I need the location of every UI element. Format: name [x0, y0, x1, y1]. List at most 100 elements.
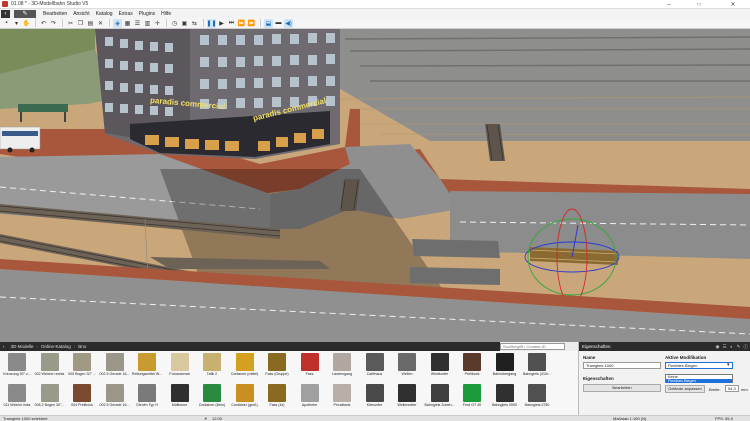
- catalog-item[interactable]: 004 Prellbock: [69, 383, 95, 412]
- name-input[interactable]: Tramgleis 1000: [583, 362, 661, 369]
- minimize-button[interactable]: –: [660, 0, 678, 9]
- fast-forward-2-icon[interactable]: ⏩: [247, 19, 256, 28]
- breadcrumb-online-catalog[interactable]: Online-Katalog: [38, 344, 74, 349]
- pause-icon[interactable]: ❚❚: [206, 18, 217, 28]
- catalog-item[interactable]: Bahngleis 0900: [492, 383, 518, 412]
- catalog-item[interactable]: Laubengang: [329, 352, 355, 381]
- menu-hilfe[interactable]: Hilfe: [158, 11, 174, 17]
- breadcrumb-bno[interactable]: Bno: [75, 344, 89, 349]
- catalog-item[interactable]: Bahngleis 0750: [524, 383, 550, 412]
- catalog-item[interactable]: Bahngleis (410r...: [523, 352, 551, 381]
- catalog-item[interactable]: 006.2 Bogen 30°...: [35, 383, 64, 412]
- back-icon[interactable]: ‹: [1, 9, 10, 18]
- catalog-item[interactable]: Fass (Gruppe): [264, 352, 290, 381]
- menu-bearbeiten[interactable]: Bearbeiten: [40, 11, 70, 17]
- catalog-item-thumbnail: [40, 353, 59, 371]
- catalog-item[interactable]: 005 Bogen 30° ...: [68, 352, 96, 381]
- sound-icon[interactable]: ◀): [284, 18, 293, 28]
- catalog-item[interactable]: Wellen: [394, 352, 420, 381]
- menu-extras[interactable]: Extras: [116, 11, 136, 17]
- edit-mode-icon[interactable]: ✎: [14, 9, 36, 18]
- fast-forward-icon[interactable]: ⏩: [237, 19, 246, 28]
- catalog-item[interactable]: Rettungsmittel W...: [132, 352, 162, 381]
- info-icon[interactable]: ⓘ: [742, 342, 749, 351]
- modification-select[interactable]: Flexibles Biegen: [665, 362, 733, 369]
- cut-icon[interactable]: ✂: [66, 19, 75, 28]
- dropdown-icon[interactable]: ▾: [12, 19, 21, 28]
- gizmo-icon[interactable]: ◉: [714, 342, 721, 351]
- 3d-viewport[interactable]: paradis commercial paradis commercial: [0, 29, 750, 342]
- timetable-icon[interactable]: ▣: [180, 19, 189, 28]
- catalog-item[interactable]: Kitesurfer: [362, 383, 388, 412]
- status-selection: Tramgleis 1000 selektiert: [3, 416, 48, 421]
- catalog-item[interactable]: Fass: [297, 352, 323, 381]
- hand-icon[interactable]: ✋: [22, 19, 31, 28]
- toolbar: ▪ ▾ ✋ ↶ ↷ ✂ ❐ ▤ ✕ ◈ ▦ ☰ ▥ ✛ ◷ ▣ ⇆ ❚❚ ▶ ⏭…: [0, 18, 750, 29]
- catalog-item[interactable]: Ford GT 40: [459, 383, 485, 412]
- camera-icon[interactable]: ⬓: [264, 18, 273, 28]
- catalog-item[interactable]: Fotoautomat: [167, 352, 193, 381]
- menu-ansicht[interactable]: Ansicht: [70, 11, 92, 17]
- toolbar-divider: [35, 19, 36, 27]
- eye-icon[interactable]: ◐: [728, 342, 735, 351]
- maximize-button[interactable]: □: [690, 0, 708, 9]
- catalog-search-input[interactable]: [500, 343, 565, 350]
- list-icon[interactable]: ☰: [721, 342, 728, 351]
- step-icon[interactable]: ⏭: [227, 19, 236, 28]
- catalog-item[interactable]: 002.5 Gerade 16...: [100, 383, 129, 412]
- catalog-item[interactable]: Container (klein): [199, 383, 225, 412]
- undo-icon[interactable]: ↶: [39, 19, 48, 28]
- save-icon[interactable]: ▪: [2, 19, 11, 28]
- catalog-item[interactable]: 002 Weiche rechts: [35, 352, 64, 381]
- catalog-item[interactable]: Wellenreiter: [394, 383, 420, 412]
- play-icon[interactable]: ▶: [217, 19, 226, 28]
- grid-icon[interactable]: ▦: [123, 19, 132, 28]
- catalog-item[interactable]: 011 Weiche links: [4, 383, 30, 412]
- catalog-item-thumbnail: [300, 384, 319, 402]
- catalog-item-label: 002.5 Gerade 16...: [99, 372, 130, 376]
- breadcrumb-3d-models[interactable]: 3D-Modelle: [8, 344, 37, 349]
- catalog-item[interactable]: Bahnübergang: [492, 352, 518, 381]
- width-input[interactable]: 54,3: [725, 385, 739, 392]
- switch-icon[interactable]: ⇆: [190, 19, 199, 28]
- redo-icon[interactable]: ↷: [49, 19, 58, 28]
- delete-icon[interactable]: ✕: [96, 19, 105, 28]
- catalog-item[interactable]: Kreuzung 90° z...: [3, 352, 31, 381]
- layers-icon[interactable]: ☰: [133, 19, 142, 28]
- catalog-item[interactable]: Citroën Typ H: [134, 383, 160, 412]
- catalog-item-label: Apotheke: [301, 403, 318, 407]
- close-button[interactable]: ✕: [724, 0, 742, 9]
- paste-icon[interactable]: ▤: [86, 19, 95, 28]
- menu-plugins[interactable]: Plugins: [136, 11, 158, 17]
- catalog-item-thumbnail: [235, 353, 254, 371]
- chevron-down-icon[interactable]: ▾: [727, 362, 730, 368]
- catalog-item[interactable]: Fass (4x): [264, 383, 290, 412]
- catalog-item[interactable]: Container (mittel): [231, 352, 258, 381]
- catalog-item[interactable]: Apotheke: [297, 383, 323, 412]
- catalog-item-label: Rettungsmittel W...: [131, 372, 163, 376]
- properties-panel: Eigenschaften ◉ ☰ ◐ ✎ ⓘ Name Tramgleis 1…: [578, 342, 750, 415]
- clock-icon[interactable]: ◷: [170, 19, 179, 28]
- catalog-item[interactable]: Tafik 2: [199, 352, 225, 381]
- minus-icon[interactable]: ▬: [274, 19, 283, 28]
- catalog-item[interactable]: Caféhaus: [362, 352, 388, 381]
- catalog-item[interactable]: Prellbock: [459, 352, 485, 381]
- catalog-item[interactable]: Bahngleis Zubeh...: [425, 383, 454, 412]
- brush-icon[interactable]: ✎: [735, 342, 742, 351]
- catalog-item[interactable]: Container (groß): [231, 383, 258, 412]
- catalog-item[interactable]: Mülltonne: [167, 383, 193, 412]
- menu-katalog[interactable]: Katalog: [93, 11, 116, 17]
- terrain-adjust-button[interactable]: Gelände anpassen: [665, 385, 705, 393]
- catalog-item-label: Kitesurfer: [366, 403, 383, 407]
- layout-icon[interactable]: ▥: [143, 19, 152, 28]
- catalog-back-icon[interactable]: ‹: [0, 344, 8, 349]
- copy-icon[interactable]: ❐: [76, 19, 85, 28]
- catalog-item[interactable]: Privatbank: [329, 383, 355, 412]
- 3d-view-icon[interactable]: ◈: [113, 18, 122, 28]
- edit-button[interactable]: Bearbeiten: [583, 384, 661, 392]
- dropdown-option-flexibles-biegen[interactable]: Flexibles Biegen: [666, 379, 732, 383]
- crosshair-icon[interactable]: ✛: [153, 19, 162, 28]
- catalog-item[interactable]: Windkurfer: [427, 352, 453, 381]
- catalog-item[interactable]: 002.5 Gerade 16...: [100, 352, 129, 381]
- bottom-panel: ‹ 3D-Modelle › Online-Katalog › Bno Kreu…: [0, 342, 750, 421]
